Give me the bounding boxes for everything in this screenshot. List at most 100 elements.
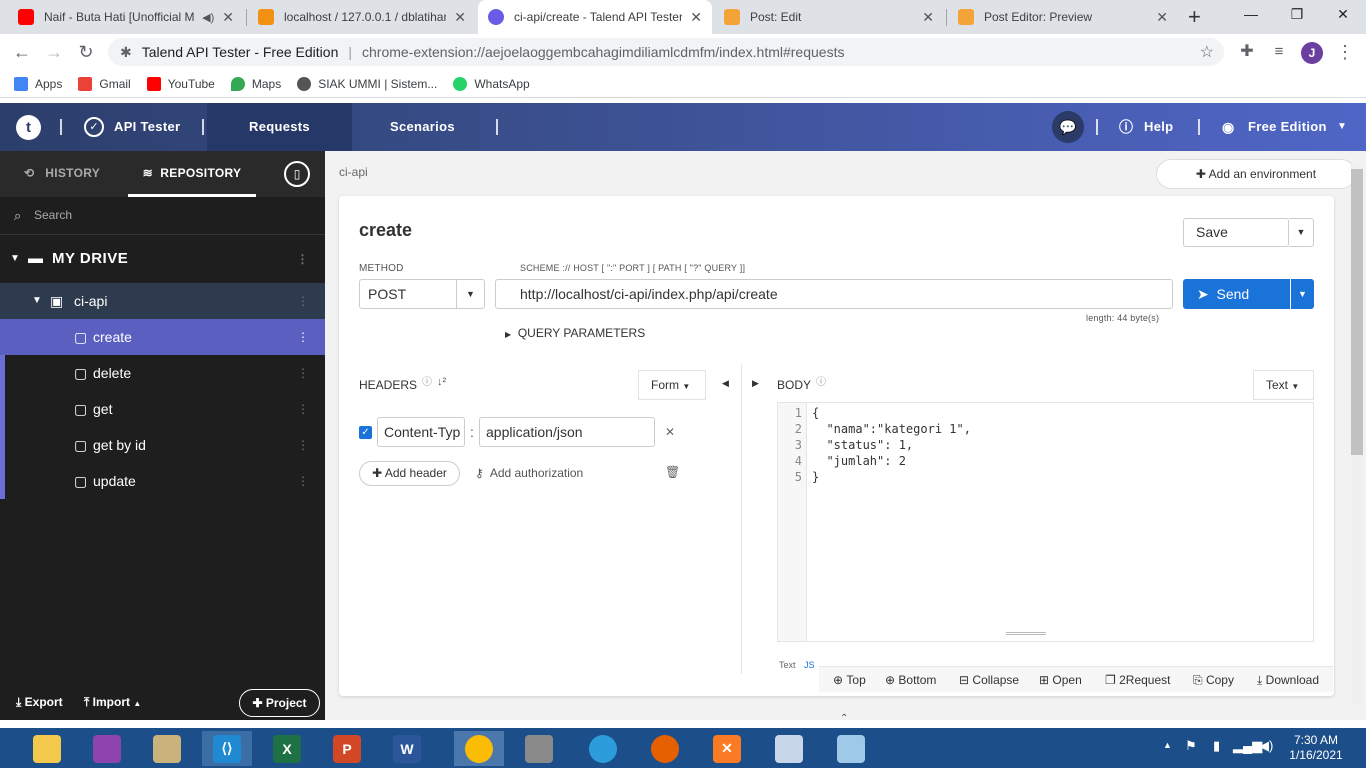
bookmark-gmail[interactable]: Gmail xyxy=(78,76,131,91)
menu-icon[interactable]: ⋮ xyxy=(1334,41,1356,63)
help-icon[interactable]: ⓘ xyxy=(816,373,826,388)
bookmark-maps[interactable]: Maps xyxy=(230,76,281,91)
nav-requests[interactable]: Requests xyxy=(207,103,352,151)
show-hidden-icons[interactable]: ▲ xyxy=(1163,740,1172,750)
request-get-by-id[interactable]: ▢ get by id ⋮ xyxy=(0,427,325,463)
close-icon[interactable]: ✕ xyxy=(1156,9,1168,26)
notes-app-icon[interactable] xyxy=(826,731,876,766)
search-input[interactable]: ⌕ Search xyxy=(0,197,325,235)
bottom-button[interactable]: ⊕ Bottom xyxy=(885,667,936,693)
firewall-icon[interactable] xyxy=(514,731,564,766)
new-file-icon[interactable]: ▯ xyxy=(284,161,310,187)
add-project-button[interactable]: ✚ Project xyxy=(239,689,320,717)
tree-drive[interactable]: ▼ ▬ MY DRIVE ⋮ xyxy=(0,241,325,277)
minimize-button[interactable]: — xyxy=(1228,0,1274,30)
collapse-left-icon[interactable]: ◀ xyxy=(722,378,729,389)
more-icon[interactable]: ⋮ xyxy=(297,283,309,319)
vscode-icon[interactable]: ⟨⟩ xyxy=(202,731,252,766)
maximize-button[interactable]: ❐ xyxy=(1274,0,1320,30)
request-delete[interactable]: ▢ delete ⋮ xyxy=(0,355,325,391)
query-parameters-toggle[interactable]: ▶ QUERY PARAMETERS xyxy=(505,326,645,340)
copy-button[interactable]: ⎘ Copy xyxy=(1193,667,1234,693)
help-icon[interactable]: ⓘ xyxy=(422,373,432,388)
close-icon[interactable]: ✕ xyxy=(922,9,934,26)
signal-icon[interactable]: ▂▄▆ xyxy=(1233,738,1262,754)
powerpoint-icon[interactable]: P xyxy=(322,731,372,766)
chevron-down-icon[interactable]: ▼ xyxy=(1337,103,1347,151)
talend-logo[interactable]: t xyxy=(16,115,41,140)
chrome-icon[interactable] xyxy=(454,731,504,766)
bookmark-apps[interactable]: Apps xyxy=(14,76,62,91)
file-explorer-icon[interactable] xyxy=(22,731,72,766)
header-key-input[interactable]: Content-Typ xyxy=(377,417,465,447)
more-icon[interactable]: ⋮ xyxy=(297,463,309,499)
flag-icon[interactable]: ⚑ xyxy=(1185,738,1197,754)
trash-icon[interactable]: 🗑 xyxy=(665,465,680,479)
save-button[interactable]: Save xyxy=(1183,218,1289,247)
star-icon[interactable]: ☆ xyxy=(1200,42,1214,62)
more-icon[interactable]: ⋮ xyxy=(297,391,309,427)
nav-scenarios[interactable]: Scenarios xyxy=(390,103,455,151)
remove-header-icon[interactable]: ✕ xyxy=(665,425,675,439)
add-environment-button[interactable]: ✚ Add an environment xyxy=(1156,159,1356,189)
browser-tab-post-preview[interactable]: Post Editor: Preview ✕ xyxy=(948,0,1178,34)
reload-button[interactable]: ↻ xyxy=(75,41,97,63)
send-button[interactable]: ➤ Send xyxy=(1183,279,1290,309)
expand-right-icon[interactable]: ▶ xyxy=(752,378,759,389)
pane-divider[interactable] xyxy=(741,364,742,674)
browser-app-icon[interactable] xyxy=(578,731,628,766)
request-get[interactable]: ▢ get ⋮ xyxy=(0,391,325,427)
media-control-icon[interactable]: ≡ xyxy=(1268,41,1290,63)
body-editor[interactable]: 1{ 2 "nama":"kategori 1", 3 "status": 1,… xyxy=(777,402,1314,642)
add-authorization-button[interactable]: ⚷ Add authorization xyxy=(475,466,583,480)
address-bar[interactable]: ✱ Talend API Tester - Free Edition | chr… xyxy=(108,38,1224,66)
product-name[interactable]: API Tester xyxy=(114,103,180,151)
breadcrumb[interactable]: ci-api xyxy=(339,165,368,179)
body-mode-select[interactable]: Text ▼ xyxy=(1253,370,1314,400)
request-create[interactable]: ▢ create ⋮ xyxy=(0,319,325,355)
to-request-button[interactable]: ❐ 2Request xyxy=(1105,667,1170,693)
browser-tab-post-edit[interactable]: Post: Edit ✕ xyxy=(714,0,944,34)
new-tab-button[interactable]: + xyxy=(1188,4,1201,30)
edition-menu[interactable]: Free Edition xyxy=(1248,103,1327,151)
import-button[interactable]: ⤒ Import ▲ xyxy=(84,695,141,710)
top-button[interactable]: ⊕ Top xyxy=(833,667,866,693)
url-input[interactable]: http://localhost/ci-api/index.php/api/cr… xyxy=(495,279,1173,309)
tree-project[interactable]: ▼ ▣ ci-api ⋮ xyxy=(0,283,325,319)
bookmark-whatsapp[interactable]: WhatsApp xyxy=(453,76,530,91)
more-icon[interactable]: ⋮ xyxy=(297,355,309,391)
profile-avatar[interactable]: J xyxy=(1301,42,1323,64)
collapse-button[interactable]: ⊟ Collapse xyxy=(959,667,1019,693)
back-button[interactable]: ← xyxy=(11,41,33,63)
add-header-button[interactable]: ✚ Add header xyxy=(359,461,460,486)
open-button[interactable]: ⊞ Open xyxy=(1039,667,1082,693)
scrollbar[interactable] xyxy=(1351,165,1363,705)
chevron-down-icon[interactable]: ▼ xyxy=(456,280,484,308)
bookmark-youtube[interactable]: YouTube xyxy=(146,76,215,91)
send-options-button[interactable]: ▼ xyxy=(1291,279,1314,309)
tab-repository[interactable]: ≋ REPOSITORY xyxy=(128,151,256,197)
download-button[interactable]: ⤓ Download xyxy=(1257,667,1319,693)
excel-icon[interactable]: X xyxy=(262,731,312,766)
battery-icon[interactable]: ▮ xyxy=(1213,738,1220,754)
more-icon[interactable]: ⋮ xyxy=(297,319,309,355)
chevron-down-icon[interactable]: ▼ xyxy=(1289,218,1314,247)
bookmark-siak[interactable]: SIAK UMMI | Sistem... xyxy=(297,76,437,91)
chat-icon[interactable]: 💬 xyxy=(1052,111,1084,143)
clock[interactable]: 7:30 AM 1/16/2021 xyxy=(1286,733,1346,763)
winrar-icon[interactable] xyxy=(82,731,132,766)
header-enabled-checkbox[interactable]: ✓ xyxy=(359,426,372,439)
tab-history[interactable]: ⟲ HISTORY xyxy=(24,151,100,197)
more-icon[interactable]: ⋮ xyxy=(297,241,310,277)
volume-icon[interactable]: ◀) xyxy=(1259,738,1273,754)
word-icon[interactable]: W xyxy=(382,731,432,766)
help-link[interactable]: Help xyxy=(1144,103,1173,151)
browser-tab-youtube[interactable]: Naif - Buta Hati [Unofficial M ◀) ✕ xyxy=(8,0,244,34)
speaker-icon[interactable]: ◀) xyxy=(202,11,214,24)
drive-app-icon[interactable] xyxy=(142,731,192,766)
close-icon[interactable]: ✕ xyxy=(222,9,234,26)
scrollbar-thumb[interactable] xyxy=(1351,169,1363,455)
xampp-icon[interactable]: ✕ xyxy=(702,731,752,766)
browser-tab-talend[interactable]: ci-api/create - Talend API Tester ✕ xyxy=(478,0,712,34)
close-icon[interactable]: ✕ xyxy=(454,9,466,26)
